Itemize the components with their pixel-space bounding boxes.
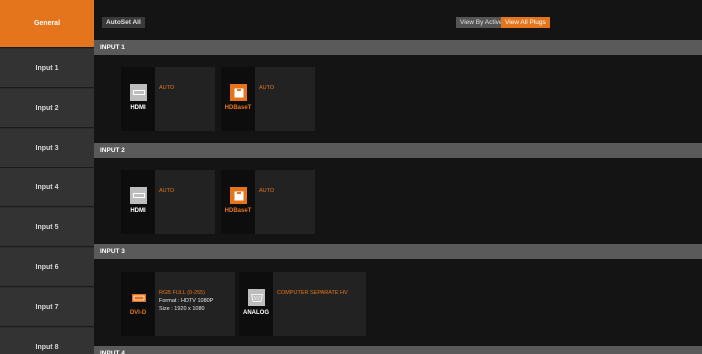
sidebar-item-label: Input 3 [35, 144, 59, 152]
plug-label: HDMI [130, 105, 146, 111]
sidebar-item-input-8[interactable]: Input 8 [0, 328, 94, 354]
hdmi-icon [130, 187, 147, 204]
plug-label: ANALOG [243, 310, 269, 316]
plug-label: DVI-D [129, 310, 147, 316]
plug-card-dvi-d[interactable]: DVI-D RGB FULL (0-255) Format : HDTV 108… [121, 272, 235, 336]
sidebar-item-label: Input 6 [35, 263, 59, 271]
plug-label: HDMI [130, 208, 146, 214]
plug-icon-column: HDBaseT [221, 67, 255, 131]
plug-icon-column: DVI-D [121, 272, 155, 336]
plug-card-hdbaset[interactable]: HDBaseT AUTO [221, 67, 315, 131]
plug-status: RGB FULL (0-255) [159, 290, 205, 296]
dvi-d-icon [130, 289, 147, 306]
sidebar-item-label: Input 7 [35, 303, 59, 311]
hdbaset-icon [230, 187, 247, 204]
plug-card-hdmi[interactable]: HDMI AUTO [121, 67, 215, 131]
plug-size: Size : 1920 x 1080 [159, 306, 205, 312]
view-all-plugs-button[interactable]: View All Plugs [501, 17, 550, 28]
sidebar-item-input-1[interactable]: Input 1 [0, 49, 94, 88]
plug-icon-column: HDMI [121, 67, 155, 131]
plug-card-hdbaset[interactable]: HDBaseT AUTO [221, 170, 315, 234]
main-panel: AutoSet All View By Active Plugs View Al… [94, 0, 702, 354]
plug-label: HDBaseT [224, 208, 252, 214]
plug-card-analog[interactable]: ANALOG COMPUTER SEPARATE HV [239, 272, 366, 336]
analog-icon [248, 289, 265, 306]
sidebar-item-input-3[interactable]: Input 3 [0, 129, 94, 168]
section-header-input-2: INPUT 2 [94, 143, 702, 158]
sidebar-item-general[interactable]: General [0, 0, 94, 48]
plug-status: AUTO [159, 188, 175, 194]
plug-status: AUTO [159, 85, 175, 91]
sidebar-item-input-4[interactable]: Input 4 [0, 168, 94, 207]
plug-label: HDBaseT [224, 105, 252, 111]
plug-status: AUTO [259, 188, 275, 194]
autoset-all-button[interactable]: AutoSet All [102, 17, 145, 28]
sidebar-item-input-2[interactable]: Input 2 [0, 89, 94, 128]
toolbar: AutoSet All View By Active Plugs View Al… [94, 0, 702, 40]
plug-icon-column: ANALOG [239, 272, 273, 336]
section-header-input-1: INPUT 1 [94, 40, 702, 55]
section-header-input-4: INPUT 4 [94, 346, 702, 354]
plug-icon-column: HDMI [121, 170, 155, 234]
plug-status: AUTO [259, 85, 275, 91]
sidebar-item-label: Input 5 [35, 223, 59, 231]
sidebar-item-label: Input 8 [35, 343, 59, 351]
hdbaset-icon [230, 84, 247, 101]
sidebar-item-input-6[interactable]: Input 6 [0, 248, 94, 287]
section-header-input-3: INPUT 3 [94, 244, 702, 259]
sidebar-item-label: Input 2 [35, 104, 59, 112]
plug-status: COMPUTER SEPARATE HV [277, 290, 348, 296]
hdmi-icon [130, 84, 147, 101]
sidebar-item-label: Input 1 [35, 64, 59, 72]
sidebar-item-input-5[interactable]: Input 5 [0, 208, 94, 247]
sidebar-item-label: General [33, 20, 61, 27]
plug-card-hdmi[interactable]: HDMI AUTO [121, 170, 215, 234]
plug-icon-column: HDBaseT [221, 170, 255, 234]
sidebar-item-input-7[interactable]: Input 7 [0, 288, 94, 327]
sidebar-item-label: Input 4 [35, 183, 59, 191]
plug-format: Format : HDTV 1080P [159, 298, 214, 304]
sidebar: General Input 1 Input 2 Input 3 Input 4 … [0, 0, 94, 354]
